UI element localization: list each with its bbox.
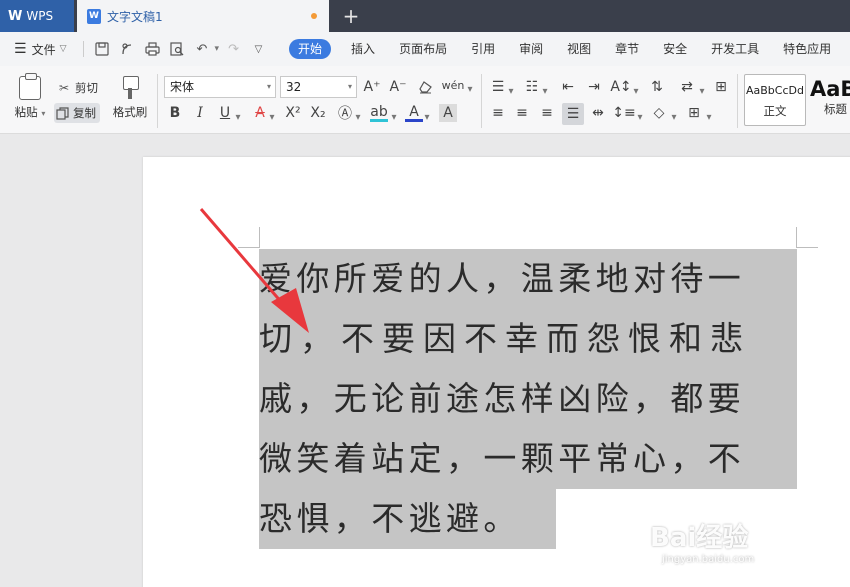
watermark-url: jingyan.baidu.com [662,554,755,565]
watermark-logo-text: Bai经验 [650,523,749,553]
baidu-jingyan-watermark: Bai经验 jingyan.baidu.com [650,517,840,579]
annotation-arrow-icon [199,208,309,333]
